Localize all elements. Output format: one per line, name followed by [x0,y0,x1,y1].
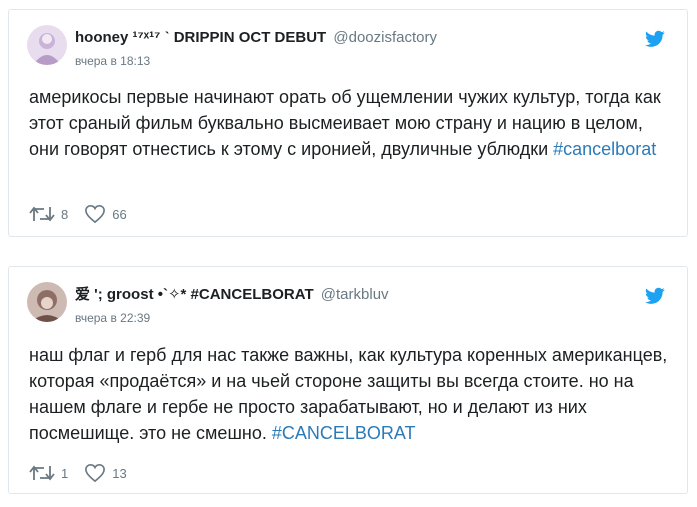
twitter-bird-icon[interactable] [645,30,665,48]
author-handle[interactable]: @tarkbluv [321,286,389,303]
tweet-actions: 1 13 [29,463,143,483]
author[interactable]: 爱 '; groost •`✧* #CANCELBORAT @tarkbluv [75,285,389,305]
avatar[interactable] [27,25,67,65]
hashtag-link[interactable]: #CANCELBORAT [272,423,416,443]
retweet-count: 8 [61,206,69,222]
tweet-text: наш флаг и герб для нас также важны, как… [29,342,671,446]
like-count: 66 [112,206,127,222]
heart-icon [85,463,106,483]
retweet-button[interactable]: 1 [29,464,68,482]
retweet-button[interactable]: 8 [29,205,68,223]
heart-icon [85,204,106,224]
retweet-count: 1 [61,465,69,481]
like-button[interactable]: 66 [84,204,127,224]
author[interactable]: hooney ¹⁷ˣ¹⁷ ˋ DRIPPIN OCT DEBUT @doozis… [75,28,437,48]
avatar[interactable] [27,282,67,322]
author-name[interactable]: 爱 '; groost •`✧* #CANCELBORAT [75,286,314,303]
timestamp[interactable]: вчера в 18:13 [75,53,150,69]
tweet-card: 爱 '; groost •`✧* #CANCELBORAT @tarkbluv … [8,266,688,494]
tweet-text: америкосы первые начинают орать об ущемл… [29,84,671,162]
timestamp[interactable]: вчера в 22:39 [75,310,150,326]
tweet-card: hooney ¹⁷ˣ¹⁷ ˋ DRIPPIN OCT DEBUT @doozis… [8,9,688,237]
retweet-icon [29,465,55,481]
author-handle[interactable]: @doozisfactory [333,29,437,46]
hashtag-link[interactable]: #cancelborat [553,139,656,159]
retweet-icon [29,206,55,222]
like-button[interactable]: 13 [84,463,127,483]
twitter-bird-icon[interactable] [645,287,665,305]
tweet-actions: 8 66 [29,204,143,224]
author-name[interactable]: hooney ¹⁷ˣ¹⁷ ˋ DRIPPIN OCT DEBUT [75,29,326,46]
like-count: 13 [112,465,127,481]
